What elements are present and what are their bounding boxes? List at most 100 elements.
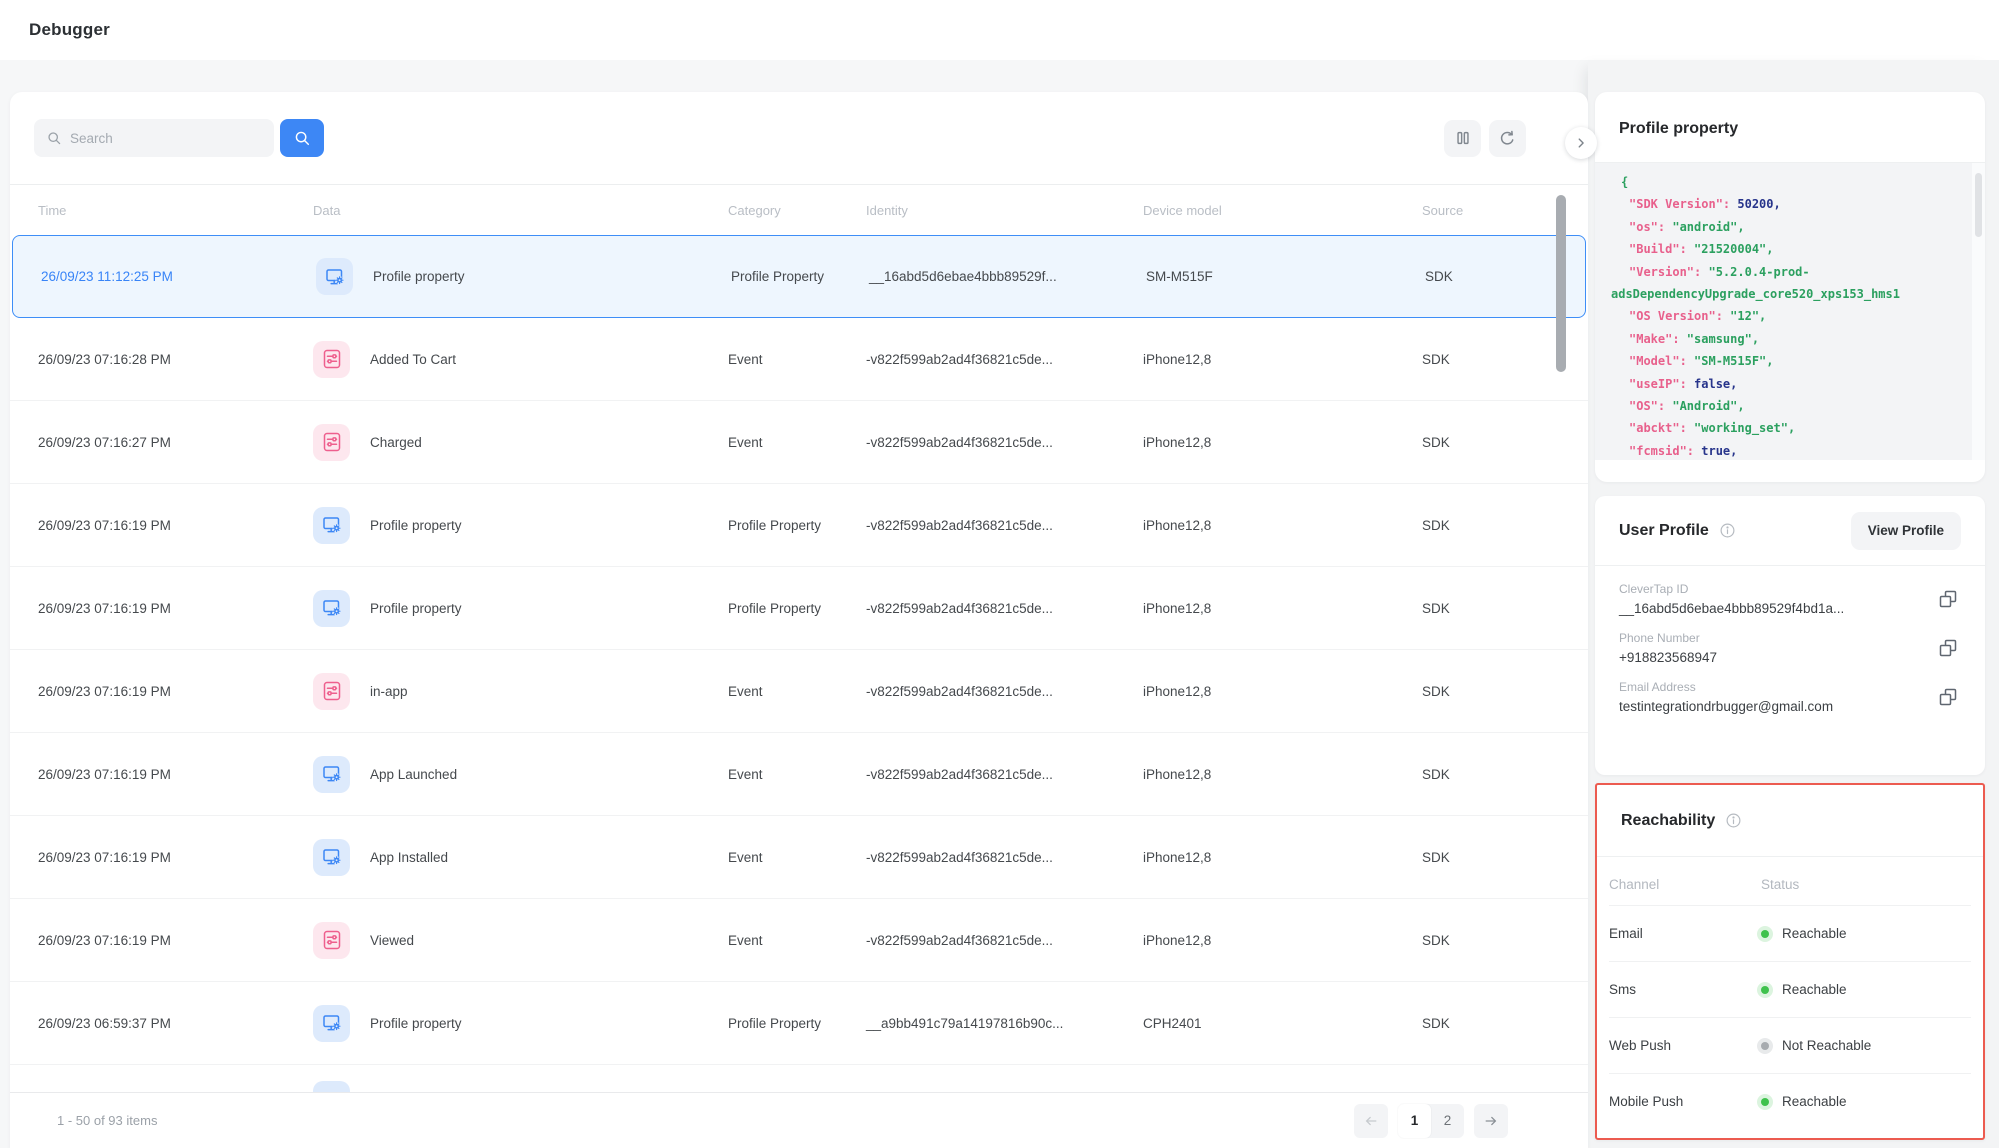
row-device-model: CPH2401 (1143, 1016, 1422, 1031)
field-value: +918823568947 (1619, 650, 1717, 665)
row-source: SDK (1422, 601, 1560, 616)
info-icon[interactable] (1719, 522, 1736, 539)
row-category: Event (728, 933, 866, 948)
table-row-partial[interactable] (10, 1065, 1588, 1093)
column-header-category[interactable]: Category (728, 203, 866, 218)
row-data-label: App Launched (370, 767, 457, 782)
table-row[interactable]: 26/09/23 07:16:19 PM (10, 484, 1588, 567)
profile-field: Phone Number +918823568947 (1619, 631, 1961, 665)
reachability-channel: Email (1609, 926, 1761, 941)
search-input[interactable] (34, 119, 274, 157)
copy-icon (1937, 588, 1959, 610)
row-time: 26/09/23 07:16:19 PM (38, 684, 313, 699)
reachability-status-header: Status (1761, 877, 1971, 892)
json-line: "fcmsid": true, (1595, 440, 1985, 460)
row-time: 26/09/23 07:16:19 PM (38, 850, 313, 865)
refresh-button[interactable] (1489, 120, 1526, 157)
column-header-device-model[interactable]: Device model (1143, 203, 1422, 218)
row-data-label: Added To Cart (370, 352, 456, 367)
table-row[interactable]: 26/09/23 07:16:19 PM (10, 733, 1588, 816)
row-time: 26/09/23 07:16:19 PM (38, 518, 313, 533)
column-header-data[interactable]: Data (313, 203, 728, 218)
prev-page-button[interactable] (1354, 1104, 1388, 1138)
table-scrollbar[interactable] (1556, 195, 1566, 372)
user-profile-title: User Profile (1619, 522, 1709, 540)
row-category: Event (728, 435, 866, 450)
profile-property-icon (321, 1012, 343, 1034)
json-scrollbar-track (1972, 163, 1985, 460)
copy-button[interactable] (1937, 587, 1961, 611)
row-source: SDK (1422, 1016, 1560, 1031)
row-category: Event (728, 850, 866, 865)
table-row[interactable]: 26/09/23 11:12:25 PM (12, 235, 1586, 318)
reachability-rows: Email Reachable Sms Reachable Web Push N… (1597, 905, 1983, 1129)
user-profile-card: User Profile View Profile CleverTap ID _… (1595, 496, 1985, 775)
table-row[interactable]: 26/09/23 07:16:28 PM Added To Cart Event… (10, 318, 1588, 401)
row-category: Event (728, 352, 866, 367)
row-category: Event (728, 684, 866, 699)
json-line: { (1595, 171, 1985, 193)
copy-button[interactable] (1937, 685, 1961, 709)
row-source: SDK (1422, 435, 1560, 450)
row-identity: -v822f599ab2ad4f36821c5de... (866, 850, 1143, 865)
row-time: 26/09/23 11:12:25 PM (41, 269, 316, 284)
page-button-2[interactable]: 2 (1431, 1104, 1464, 1138)
column-header-source[interactable]: Source (1422, 203, 1560, 218)
row-data-label: Profile property (370, 601, 462, 616)
reachability-channel: Sms (1609, 982, 1761, 997)
info-icon[interactable] (1725, 812, 1742, 829)
reachability-status: Reachable (1782, 1094, 1847, 1109)
row-category: Profile Property (728, 1016, 866, 1031)
status-dot (1761, 1098, 1769, 1106)
reachability-channel: Web Push (1609, 1038, 1761, 1053)
next-page-button[interactable] (1474, 1104, 1508, 1138)
reachability-status: Reachable (1782, 926, 1847, 941)
row-device-model: iPhone12,8 (1143, 850, 1422, 865)
table-row[interactable]: 26/09/23 07:16:19 PM (10, 816, 1588, 899)
reachability-status: Not Reachable (1782, 1038, 1871, 1053)
search-button-icon (293, 129, 311, 147)
json-code: {"SDK Version": 50200,"os": "android","B… (1595, 171, 1985, 460)
profile-property-icon (313, 1081, 350, 1093)
row-identity: __a9bb491c79a14197816b90c... (866, 1016, 1143, 1031)
debugger-table-card: Time Data Category Identity Device model… (10, 92, 1588, 1148)
table-footer: 1 - 50 of 93 items 1 2 (10, 1093, 1588, 1148)
reachability-channel: Mobile Push (1609, 1094, 1761, 1109)
event-icon (321, 929, 343, 951)
status-dot (1761, 1042, 1769, 1050)
chevron-right-icon (1574, 136, 1588, 150)
row-device-model: iPhone12,8 (1143, 767, 1422, 782)
collapse-panel-button[interactable] (1565, 127, 1597, 159)
row-source: SDK (1422, 352, 1560, 367)
table-row[interactable]: 26/09/23 07:16:19 PM (10, 567, 1588, 650)
event-detail-card: Profile property {"SDK Version": 50200,"… (1595, 92, 1985, 482)
json-line: "SDK Version": 50200, (1595, 193, 1985, 215)
row-data-label: Profile property (370, 518, 462, 533)
column-header-time[interactable]: Time (38, 203, 313, 218)
table-row[interactable]: 26/09/23 06:59:37 PM (10, 982, 1588, 1065)
arrow-right-icon (1483, 1113, 1499, 1129)
reachability-row: Mobile Push Reachable (1609, 1073, 1971, 1129)
column-header-identity[interactable]: Identity (866, 203, 1143, 218)
json-scrollbar-thumb[interactable] (1975, 173, 1982, 237)
table-toolbar (10, 92, 1588, 185)
table-row[interactable]: 26/09/23 07:16:19 PM Viewed Event -v822f… (10, 899, 1588, 982)
json-line: "Make": "samsung", (1595, 328, 1985, 350)
table-row[interactable]: 26/09/23 07:16:27 PM Charged Event -v822… (10, 401, 1588, 484)
row-source: SDK (1422, 518, 1560, 533)
row-time: 26/09/23 07:16:19 PM (38, 601, 313, 616)
copy-button[interactable] (1937, 636, 1961, 660)
field-value: testintegrationdrbugger@gmail.com (1619, 699, 1833, 714)
search-button[interactable] (280, 119, 324, 157)
event-json-viewer[interactable]: {"SDK Version": 50200,"os": "android","B… (1595, 163, 1985, 460)
manage-columns-button[interactable] (1444, 120, 1481, 157)
page-button-1[interactable]: 1 (1398, 1104, 1431, 1138)
profile-field: CleverTap ID __16abd5d6ebae4bbb89529f4bd… (1619, 582, 1961, 616)
reachability-status: Reachable (1782, 982, 1847, 997)
table-row[interactable]: 26/09/23 07:16:19 PM in-app Event -v822f… (10, 650, 1588, 733)
row-identity: -v822f599ab2ad4f36821c5de... (866, 684, 1143, 699)
view-profile-button[interactable]: View Profile (1851, 512, 1961, 550)
row-source: SDK (1422, 850, 1560, 865)
reachability-title: Reachability (1621, 812, 1715, 830)
row-category: Profile Property (728, 601, 866, 616)
